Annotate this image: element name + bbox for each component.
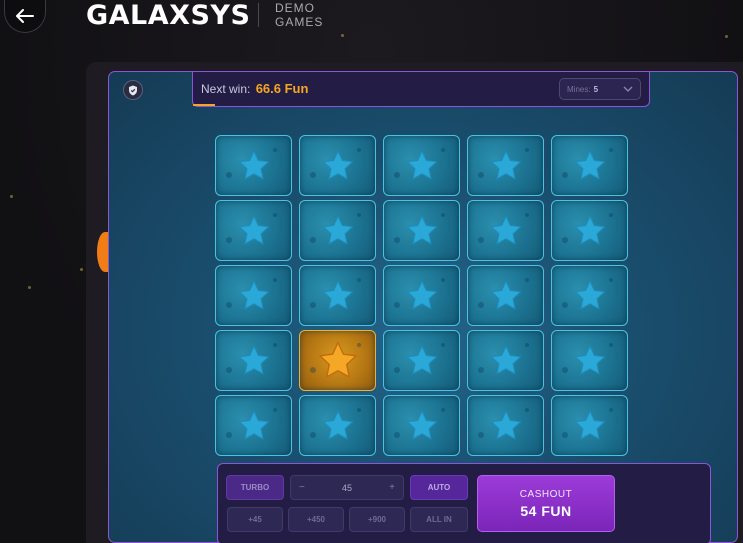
hidden-tile[interactable]	[215, 395, 292, 456]
star-icon	[490, 215, 521, 244]
next-win: Next win: 66.6 Fun	[201, 81, 308, 96]
star-icon	[322, 410, 353, 439]
chevron-down-icon	[623, 86, 633, 92]
demo-games-label: DEMO GAMES	[275, 1, 323, 29]
back-button[interactable]	[4, 0, 46, 33]
revealed-tile[interactable]	[299, 330, 376, 391]
star-icon	[238, 410, 269, 439]
next-win-label: Next win:	[201, 82, 251, 96]
hidden-tile[interactable]	[383, 135, 460, 196]
bet-amount-input[interactable]: 45	[342, 483, 352, 493]
star-icon	[406, 215, 437, 244]
hidden-tile[interactable]	[215, 330, 292, 391]
star-icon	[238, 150, 269, 179]
hidden-tile[interactable]	[551, 395, 628, 456]
bet-controls: TURBO − 45 + AUTO +45 +450 +900 ALL IN C…	[217, 463, 711, 543]
background-star	[725, 35, 728, 38]
star-icon	[574, 280, 605, 309]
hidden-tile[interactable]	[467, 330, 544, 391]
hidden-tile[interactable]	[467, 265, 544, 326]
star-icon	[574, 150, 605, 179]
background-star	[10, 195, 13, 198]
turbo-button[interactable]: TURBO	[226, 475, 284, 500]
hidden-tile[interactable]	[467, 395, 544, 456]
increase-bet-button[interactable]: +	[389, 482, 395, 493]
star-icon	[490, 345, 521, 374]
hidden-tile[interactable]	[551, 135, 628, 196]
background-star	[80, 268, 83, 271]
decrease-bet-button[interactable]: −	[299, 482, 305, 493]
hidden-tile[interactable]	[215, 135, 292, 196]
mines-grid	[215, 135, 628, 456]
star-icon	[238, 280, 269, 309]
header-divider	[258, 3, 259, 27]
cashout-amount: 54 FUN	[520, 502, 572, 519]
brand-logo: GALAXSYS	[86, 0, 251, 31]
quick-bet-450-button[interactable]: +450	[288, 507, 344, 532]
hidden-tile[interactable]	[551, 200, 628, 261]
auto-button[interactable]: AUTO	[410, 475, 468, 500]
hidden-tile[interactable]	[551, 330, 628, 391]
demo-label-line2: GAMES	[275, 15, 324, 29]
hidden-tile[interactable]	[383, 330, 460, 391]
hidden-tile[interactable]	[299, 265, 376, 326]
hidden-tile[interactable]	[551, 265, 628, 326]
progress-indicator	[193, 104, 215, 106]
all-in-button[interactable]: ALL IN	[410, 507, 468, 532]
star-icon	[238, 215, 269, 244]
hidden-tile[interactable]	[467, 135, 544, 196]
star-icon	[406, 150, 437, 179]
star-icon	[574, 345, 605, 374]
hidden-tile[interactable]	[467, 200, 544, 261]
mines-value: 5	[593, 84, 599, 94]
star-icon	[238, 345, 269, 374]
background-star	[341, 34, 344, 37]
quick-bet-900-button[interactable]: +900	[349, 507, 405, 532]
star-icon	[322, 150, 353, 179]
hidden-tile[interactable]	[383, 395, 460, 456]
star-icon	[490, 150, 521, 179]
star-icon	[322, 215, 353, 244]
hidden-tile[interactable]	[383, 265, 460, 326]
game-top-bar: Next win: 66.6 Fun Mines: 5	[192, 72, 650, 107]
hidden-tile[interactable]	[299, 135, 376, 196]
hidden-tile[interactable]	[383, 200, 460, 261]
cashout-label: CASHOUT	[519, 488, 573, 500]
arrow-left-icon	[16, 9, 34, 23]
mines-label: Mines:	[567, 84, 591, 94]
star-icon	[490, 410, 521, 439]
next-win-value: 66.6 Fun	[255, 81, 309, 96]
hidden-tile[interactable]	[215, 200, 292, 261]
hidden-tile[interactable]	[215, 265, 292, 326]
background-star	[28, 286, 31, 289]
hidden-tile[interactable]	[299, 395, 376, 456]
star-icon	[574, 215, 605, 244]
star-icon	[318, 341, 357, 378]
demo-label-line1: DEMO	[275, 1, 315, 15]
provably-fair-button[interactable]	[123, 80, 143, 100]
shield-icon	[129, 85, 137, 95]
star-icon	[322, 280, 353, 309]
bet-stepper: − 45 +	[290, 475, 404, 500]
star-icon	[406, 410, 437, 439]
star-icon	[490, 280, 521, 309]
quick-bet-45-button[interactable]: +45	[227, 507, 283, 532]
mines-select[interactable]: Mines: 5	[559, 78, 641, 100]
star-icon	[574, 410, 605, 439]
star-icon	[406, 345, 437, 374]
hidden-tile[interactable]	[299, 200, 376, 261]
cashout-button[interactable]: CASHOUT 54 FUN	[477, 475, 615, 532]
star-icon	[406, 280, 437, 309]
